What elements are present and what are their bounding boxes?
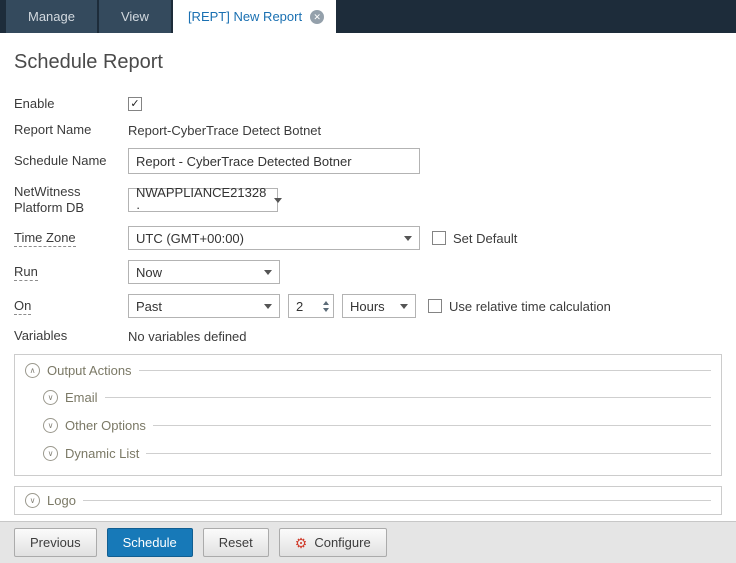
other-options-section-label: Other Options (65, 418, 146, 433)
schedule-report-form: Schedule Report Enable ✓ Report Name Rep… (0, 33, 736, 521)
spinner-down-icon[interactable] (323, 308, 329, 312)
spinner-up-icon[interactable] (323, 301, 329, 305)
logo-section-header[interactable]: ∨ Logo (15, 487, 721, 514)
platform-db-row: NetWitness Platform DB NWAPPLIANCE21328 … (14, 184, 722, 216)
dynamic-list-section-label: Dynamic List (65, 446, 139, 461)
stepper-arrows[interactable] (319, 295, 333, 317)
expand-icon[interactable]: ∨ (43, 390, 58, 405)
on-unit-value: Hours (350, 299, 385, 314)
on-row: On Past 2 Hours Use relative time calcul… (14, 294, 722, 318)
close-icon[interactable]: ✕ (310, 10, 324, 24)
schedule-name-row: Schedule Name (14, 148, 722, 174)
gear-icon: ⚙ (295, 536, 308, 550)
tab-manage-label: Manage (28, 9, 75, 24)
on-range-select[interactable]: Past (128, 294, 280, 318)
platform-db-value: NWAPPLIANCE21328 · (136, 185, 266, 215)
logo-section-label: Logo (47, 493, 76, 508)
report-name-row: Report Name Report-CyberTrace Detect Bot… (14, 122, 722, 138)
dynamic-list-section-header[interactable]: ∨ Dynamic List (43, 446, 711, 461)
report-name-value: Report-CyberTrace Detect Botnet (128, 123, 321, 138)
section-rule (105, 397, 711, 398)
variables-label: Variables (14, 328, 128, 344)
platform-db-select[interactable]: NWAPPLIANCE21328 · (128, 188, 278, 212)
footer-toolbar: Previous Schedule Reset ⚙ Configure (0, 521, 736, 563)
section-rule (153, 425, 711, 426)
set-default-label: Set Default (453, 231, 517, 246)
reset-button[interactable]: Reset (203, 528, 269, 557)
platform-db-label: NetWitness Platform DB (14, 184, 128, 216)
variables-value: No variables defined (128, 329, 247, 344)
set-default-checkbox[interactable] (432, 231, 446, 245)
email-section-label: Email (65, 390, 98, 405)
email-section-header[interactable]: ∨ Email (43, 390, 711, 405)
enable-label: Enable (14, 96, 128, 112)
time-zone-select[interactable]: UTC (GMT+00:00) (128, 226, 420, 250)
time-zone-label: Time Zone (14, 230, 128, 246)
output-actions-panel: ∧ Output Actions ∨ Email ∨ Other Options… (14, 354, 722, 476)
on-unit-select[interactable]: Hours (342, 294, 416, 318)
schedule-name-input[interactable] (128, 148, 420, 174)
tab-bar: Manage View [REPT] New Report ✕ (0, 0, 736, 33)
tab-view[interactable]: View (99, 0, 171, 33)
on-range-value: Past (136, 299, 162, 314)
collapse-icon[interactable]: ∧ (25, 363, 40, 378)
on-count-stepper[interactable]: 2 (288, 294, 334, 318)
other-options-section-header[interactable]: ∨ Other Options (43, 418, 711, 433)
configure-button-label: Configure (314, 535, 370, 550)
tab-new-report-label: [REPT] New Report (188, 9, 302, 24)
on-count-value: 2 (289, 299, 319, 314)
output-actions-body: ∨ Email ∨ Other Options ∨ Dynamic List (15, 386, 721, 475)
check-icon: ✓ (130, 99, 139, 110)
relative-time-checkbox[interactable] (428, 299, 442, 313)
expand-icon[interactable]: ∨ (43, 418, 58, 433)
report-name-label: Report Name (14, 122, 128, 138)
chevron-down-icon (274, 198, 282, 203)
section-rule (139, 370, 711, 371)
expand-icon[interactable]: ∨ (25, 493, 40, 508)
tab-manage[interactable]: Manage (6, 0, 97, 33)
chevron-down-icon (264, 304, 272, 309)
variables-row: Variables No variables defined (14, 328, 722, 344)
enable-checkbox[interactable]: ✓ (128, 97, 142, 111)
run-label: Run (14, 264, 128, 280)
tab-view-label: View (121, 9, 149, 24)
run-select[interactable]: Now (128, 260, 280, 284)
schedule-name-label: Schedule Name (14, 153, 128, 169)
expand-icon[interactable]: ∨ (43, 446, 58, 461)
on-label: On (14, 298, 128, 314)
section-rule (83, 500, 711, 501)
output-actions-label: Output Actions (47, 363, 132, 378)
enable-row: Enable ✓ (14, 96, 722, 112)
tab-new-report[interactable]: [REPT] New Report ✕ (173, 0, 336, 33)
section-rule (146, 453, 711, 454)
schedule-button[interactable]: Schedule (107, 528, 193, 557)
time-zone-value: UTC (GMT+00:00) (136, 231, 244, 246)
relative-time-label: Use relative time calculation (449, 299, 611, 314)
output-actions-header[interactable]: ∧ Output Actions (15, 355, 721, 386)
run-row: Run Now (14, 260, 722, 284)
logo-panel: ∨ Logo (14, 486, 722, 515)
chevron-down-icon (404, 236, 412, 241)
time-zone-row: Time Zone UTC (GMT+00:00) Set Default (14, 226, 722, 250)
page-title: Schedule Report (14, 51, 722, 74)
configure-button[interactable]: ⚙ Configure (279, 528, 387, 557)
chevron-down-icon (264, 270, 272, 275)
previous-button[interactable]: Previous (14, 528, 97, 557)
run-value: Now (136, 265, 162, 280)
chevron-down-icon (400, 304, 408, 309)
